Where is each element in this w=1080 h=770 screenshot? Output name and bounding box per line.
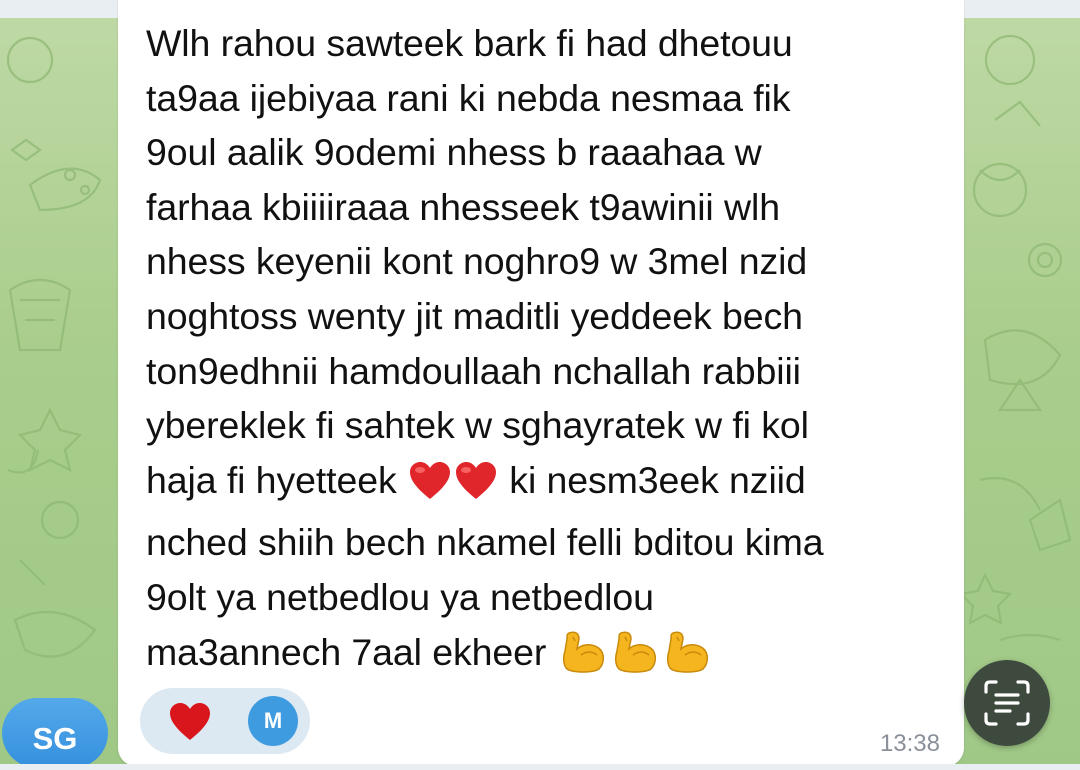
red-heart-icon [168,702,212,747]
message-text: Wlh rahou sawteek bark fi had dhetouu ta… [146,0,946,687]
red-heart-icon [409,461,451,516]
reaction-pill[interactable]: M [140,688,310,754]
message-line: ton9edhnii hamdoullaah nchallah rabbiii [146,349,801,392]
chat-screen: Wlh rahou sawteek bark fi had dhetouu ta… [0,0,1080,770]
text-scan-button[interactable] [964,660,1050,746]
message-line: farhaa kbiiiiraaa nhesseek t9awinii wlh [146,185,780,228]
message-line: 9oul aalik 9odemi nhess b raaahaa w [146,131,762,174]
message-line: nhess keyenii kont noghro9 w 3mel nzid [146,240,808,283]
red-heart-icon [455,461,497,516]
text-scan-icon [984,680,1030,726]
flexed-biceps-icon [663,629,711,688]
message-line: haja fi hyetteek ki nesm3eek nziid [146,453,946,516]
message-line: nched shiih bech nkamel felli bditou kim… [146,521,824,564]
sender-avatar[interactable]: SG [2,698,108,768]
reaction-user-avatar[interactable]: M [248,696,298,746]
message-line: ta9aa ijebiyaa rani ki nebda nesmaa fik [146,76,791,119]
message-time: 13:38 [879,730,940,757]
message-line: Wlh rahou sawteek bark fi had dhetouu [146,22,793,64]
message-bubble[interactable]: Wlh rahou sawteek bark fi had dhetouu ta… [118,0,964,766]
flexed-biceps-icon [559,629,607,688]
bottom-edge [0,764,1080,770]
message-line: 9olt ya netbedlou ya netbedlou [146,575,654,618]
message-line-text: ma3annech 7aal ekheer [146,630,547,673]
message-line-text: haja fi hyetteek [146,458,397,501]
message-line: ma3annech 7aal ekheer [146,625,946,688]
message-line: ybereklek fi sahtek w sghayratek w fi ko… [146,404,809,447]
message-line-text: ki nesm3eek nziid [498,458,806,501]
flexed-biceps-icon [611,629,659,688]
message-line: noghtoss wenty jit maditli yeddeek bech [146,294,803,337]
